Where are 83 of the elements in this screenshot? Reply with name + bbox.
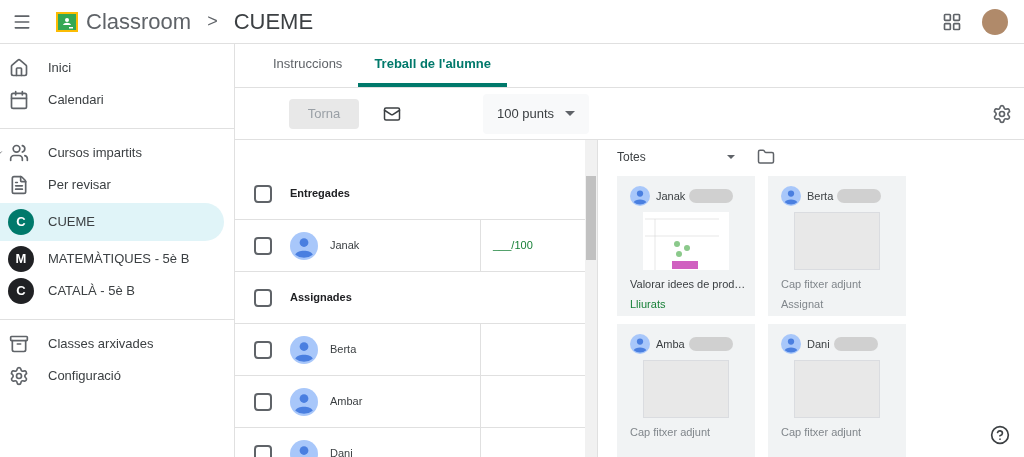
- filter-dropdown[interactable]: Totes: [617, 148, 735, 166]
- grade-field[interactable]: ___/100: [493, 237, 533, 254]
- student-name: Janak: [330, 238, 361, 254]
- sidebar-label: Calendari: [48, 91, 104, 110]
- student-name: Dani: [330, 446, 354, 457]
- sidebar-label: CATALÀ - 5è B: [48, 282, 135, 301]
- redaction-blur: [688, 337, 733, 351]
- attachment-text: Cap fitxer adjunt: [781, 425, 863, 440]
- sidebar-item[interactable]: Per revisar: [0, 169, 224, 201]
- student-work-card[interactable]: Dani Cap fitxer adjunt: [768, 324, 906, 457]
- course-initial-icon: C: [8, 209, 34, 235]
- checkbox[interactable]: [254, 236, 272, 255]
- app-title[interactable]: Classroom: [86, 5, 192, 38]
- checkbox[interactable]: [254, 288, 272, 307]
- settings-icon[interactable]: [992, 103, 1012, 124]
- dropdown-caret-icon: [565, 111, 575, 116]
- sidebar-item[interactable]: Configuració: [0, 360, 224, 392]
- sidebar-item[interactable]: Classes arxivades: [0, 328, 224, 360]
- person-avatar-icon: [630, 186, 650, 206]
- settings-icon: [9, 366, 29, 386]
- checkbox[interactable]: [254, 392, 272, 411]
- course-initial-icon: M: [8, 246, 34, 272]
- scrollbar[interactable]: [585, 140, 597, 457]
- folder-icon[interactable]: [757, 148, 775, 166]
- sidebar-label: Cursos impartits: [48, 144, 142, 163]
- redaction-blur: [689, 189, 734, 203]
- attachment-text: Valorar idees de prod…: [630, 277, 742, 292]
- student-name: Ambar: [330, 394, 364, 410]
- tab[interactable]: Treball de l'alumne: [358, 45, 507, 87]
- document-icon: [9, 175, 29, 195]
- sidebar-label: Inici: [48, 59, 72, 78]
- person-avatar-icon: [290, 335, 318, 364]
- person-avatar-icon: [781, 334, 801, 354]
- home-icon: [9, 58, 29, 78]
- person-avatar-icon: [630, 334, 650, 354]
- account-avatar[interactable]: [982, 8, 1008, 35]
- classroom-logo-icon: [56, 11, 78, 32]
- checkbox[interactable]: [254, 184, 272, 203]
- course-initial-icon: C: [8, 278, 34, 304]
- person-avatar-icon: [290, 231, 318, 260]
- scrollbar-thumb[interactable]: [586, 176, 596, 260]
- archive-icon: [9, 334, 29, 354]
- people-icon: [9, 143, 29, 163]
- points-dropdown[interactable]: 100 punts: [483, 93, 589, 134]
- student-name: Berta: [807, 188, 834, 204]
- sidebar-label: Per revisar: [48, 176, 111, 195]
- redaction-blur: [837, 189, 882, 203]
- sidebar-label: CUEME: [48, 213, 95, 232]
- student-name: Dani: [807, 336, 830, 352]
- group-heading: Entregades: [290, 186, 350, 202]
- status-text: Assignat: [781, 296, 825, 312]
- calendar-icon: [9, 90, 29, 110]
- sidebar-label: MATEMÀTIQUES - 5è B: [48, 250, 190, 269]
- student-work-card[interactable]: Amba Cap fitxer adjunt: [617, 324, 755, 457]
- checkbox[interactable]: [254, 444, 272, 457]
- tab[interactable]: Instruccions: [257, 45, 359, 87]
- attachment-text: Cap fitxer adjunt: [630, 425, 712, 440]
- sidebar-item[interactable]: M MATEMÀTIQUES - 5è B: [0, 243, 224, 275]
- sidebar-item[interactable]: Inici: [0, 52, 224, 84]
- attachment-text: Cap fitxer adjunt: [781, 277, 863, 292]
- student-name: Berta: [330, 342, 358, 358]
- help-icon[interactable]: [990, 425, 1010, 445]
- student-work-card[interactable]: Berta Cap fitxer adjunt Assignat: [768, 176, 906, 316]
- sidebar-label: Classes arxivades: [48, 335, 154, 354]
- breadcrumb-separator: >: [207, 10, 218, 33]
- student-name: Janak: [656, 188, 686, 204]
- dropdown-caret-icon: [727, 155, 735, 159]
- apps-grid-icon[interactable]: [942, 11, 962, 32]
- sidebar-label: Configuració: [48, 367, 121, 386]
- student-name: Amba: [656, 336, 685, 352]
- email-icon[interactable]: [383, 104, 401, 123]
- person-avatar-icon: [781, 186, 801, 206]
- sidebar-item[interactable]: Calendari: [0, 84, 224, 116]
- sidebar-item[interactable]: C CATALÀ - 5è B: [0, 275, 224, 307]
- student-work-card[interactable]: Janak Valorar idees de prod… Lliurats: [617, 176, 755, 316]
- person-avatar-icon: [290, 387, 318, 416]
- redaction-blur: [833, 337, 878, 351]
- status-text: Lliurats: [630, 296, 667, 312]
- course-title[interactable]: CUEME: [233, 5, 314, 38]
- sidebar-item[interactable]: C CUEME: [0, 203, 224, 241]
- group-heading: Assignades: [290, 290, 352, 306]
- sidebar-item[interactable]: Cursos impartits: [0, 137, 224, 169]
- checkbox[interactable]: [254, 340, 272, 359]
